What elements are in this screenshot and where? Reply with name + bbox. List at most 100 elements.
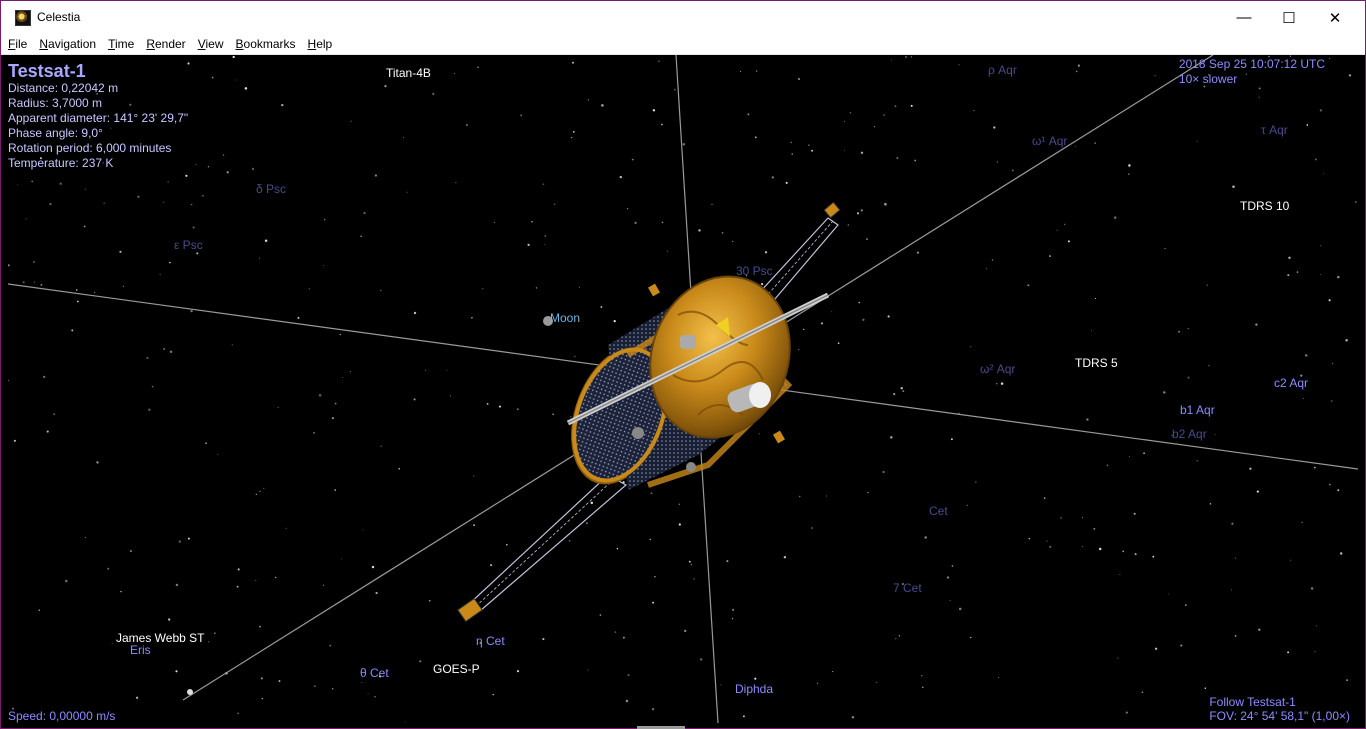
label-b2-aqr[interactable]: b2 Aqr [1172,427,1207,441]
menu-help[interactable]: Help [306,36,335,52]
star [251,167,255,170]
star [831,311,833,313]
star [731,240,734,243]
close-button[interactable]: ✕ [1312,1,1358,34]
label-delta-psc[interactable]: δ Psc [256,182,286,196]
star [129,550,132,553]
label-omega2-aqr[interactable]: ω² Aqr [980,362,1015,376]
label-eta-cet[interactable]: η Cet [476,634,505,648]
star [1329,57,1331,59]
star [791,153,794,155]
star [817,682,819,684]
label-tdrs-5[interactable]: TDRS 5 [1075,356,1118,370]
star [1258,96,1260,98]
label-epsilon-psc[interactable]: ε Psc [174,238,203,252]
star [492,693,494,696]
star [211,76,214,79]
star [731,617,734,620]
star [168,618,171,621]
menu-navigation[interactable]: Navigation [37,36,98,52]
label-moon[interactable]: Moon [550,311,580,325]
label-omega-aqr[interactable]: ω¹ Aqr [1032,134,1067,148]
label-diphda[interactable]: Diphda [735,682,773,696]
star [167,181,169,183]
star [1287,651,1290,654]
label-rho-aqr[interactable]: ρ Aqr [988,63,1017,77]
star [175,583,179,587]
label-eris[interactable]: Eris [130,643,151,657]
star [1000,382,1004,385]
star [93,291,96,294]
star [754,136,757,139]
render-viewport[interactable]: Testsat-1 Distance: 0,22042 m Radius: 3,… [8,55,1358,723]
star [84,188,86,190]
label-tau-aqr[interactable]: τ Aqr [1261,123,1288,137]
star [506,543,508,546]
label-titan-4b[interactable]: Titan-4B [386,66,431,80]
star [137,195,140,198]
star [996,161,998,163]
star [185,174,188,177]
star [720,684,722,686]
label-c2-aqr[interactable]: c2 Aqr [1274,376,1308,390]
star [31,180,34,183]
menu-render[interactable]: Render [144,36,187,52]
star [1077,64,1080,67]
label-7-cet[interactable]: 7 Cet [893,581,922,595]
star [798,78,800,80]
star [1152,555,1155,558]
menu-bookmarks[interactable]: Bookmarks [234,36,298,52]
maximize-button[interactable]: ☐ [1266,1,1312,34]
star [323,218,326,221]
star [572,130,575,133]
star [1232,185,1235,189]
star [1119,574,1121,575]
menu-view[interactable]: View [196,36,226,52]
star [259,257,261,259]
star [622,636,625,639]
star [661,123,663,126]
star [22,281,25,284]
star [322,265,324,267]
star [1134,553,1137,556]
star [1196,460,1198,462]
star [339,333,341,336]
star [570,416,572,418]
fov-readout: FOV: 24° 54' 58,1" (1,00×) [1209,709,1350,723]
star [851,716,855,719]
star [1290,559,1292,561]
star [1064,223,1066,225]
star [1094,142,1096,144]
label-tdrs-10[interactable]: TDRS 10 [1240,199,1289,213]
star [790,141,792,144]
minimize-button[interactable]: — [1221,1,1267,34]
label-b1-aqr[interactable]: b1 Aqr [1180,403,1215,417]
star [951,565,954,567]
star [587,99,589,101]
star [783,555,787,559]
star [1348,74,1352,77]
star [151,385,154,388]
star [613,319,616,323]
star [361,681,363,684]
label-30-psc[interactable]: 30 Psc [736,264,773,278]
star [96,461,99,464]
star [993,126,996,129]
star [455,182,457,184]
star [1163,391,1166,394]
star [969,346,972,348]
star [71,329,74,332]
star [162,201,164,203]
star [1049,255,1051,258]
menu-file[interactable]: File [6,36,29,52]
label-theta-cet[interactable]: θ Cet [360,666,389,680]
celestia-window: Celestia — ☐ ✕ File Navigation Time Rend… [0,0,1366,729]
star [1316,625,1318,627]
menu-time[interactable]: Time [106,36,136,52]
jwst-marker[interactable] [187,689,193,695]
star [371,565,375,569]
label-goes-p[interactable]: GOES-P [433,662,480,676]
selected-object-name: Testsat-1 [8,61,86,81]
star [693,578,695,580]
label-cet[interactable]: Cet [929,504,948,518]
